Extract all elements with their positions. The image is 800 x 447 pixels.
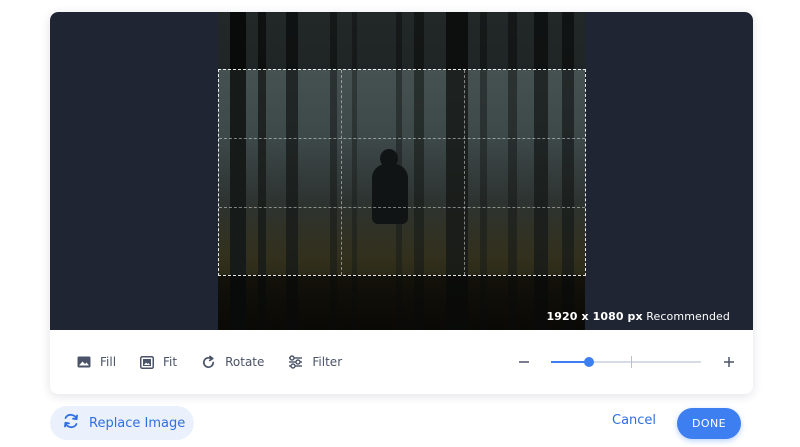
zoom-slider-midpoint <box>631 356 632 368</box>
zoom-slider[interactable] <box>551 356 701 368</box>
crop-grid-line <box>341 70 342 275</box>
fit-label: Fit <box>163 355 178 369</box>
crop-overlay-bottom <box>218 275 585 330</box>
filter-button[interactable]: Filter <box>288 355 342 369</box>
zoom-in-button[interactable] <box>721 354 736 370</box>
rotate-button[interactable]: Rotate <box>201 355 264 370</box>
image-canvas[interactable]: 1920 x 1080 px Recommended <box>50 12 753 330</box>
image-editor-panel: 1920 x 1080 px Recommended Fill Fit Rota… <box>50 12 753 394</box>
replace-image-button[interactable]: Replace Image <box>50 406 194 440</box>
image-fit-icon <box>140 355 155 369</box>
sliders-icon <box>288 355 303 369</box>
crop-grid-line <box>464 70 465 275</box>
plus-icon <box>723 353 735 372</box>
cancel-button[interactable]: Cancel <box>612 413 656 428</box>
zoom-slider-thumb[interactable] <box>583 357 594 367</box>
fit-button[interactable]: Fit <box>140 355 177 369</box>
done-button[interactable]: DONE <box>677 408 741 439</box>
minus-icon <box>518 353 530 372</box>
fill-button[interactable]: Fill <box>77 355 116 369</box>
rotate-label: Rotate <box>225 355 265 369</box>
rotate-icon <box>201 355 216 370</box>
resolution-hint: 1920 x 1080 px Recommended <box>547 310 731 323</box>
zoom-slider-fill <box>551 361 589 363</box>
image-fill-icon <box>77 356 91 368</box>
recommended-label: Recommended <box>646 310 730 323</box>
crop-frame[interactable] <box>218 69 586 276</box>
refresh-icon <box>62 412 80 434</box>
crop-grid-line <box>219 138 585 139</box>
zoom-control <box>516 330 736 394</box>
replace-image-label: Replace Image <box>89 415 186 431</box>
crop-overlay-top <box>218 12 585 69</box>
editor-toolbar: Fill Fit Rotate Filter <box>50 330 753 394</box>
resolution-value: 1920 x 1080 px <box>546 310 643 323</box>
filter-label: Filter <box>312 355 343 369</box>
crop-grid-line <box>219 207 585 208</box>
fill-label: Fill <box>100 355 117 369</box>
zoom-out-button[interactable] <box>516 354 531 370</box>
